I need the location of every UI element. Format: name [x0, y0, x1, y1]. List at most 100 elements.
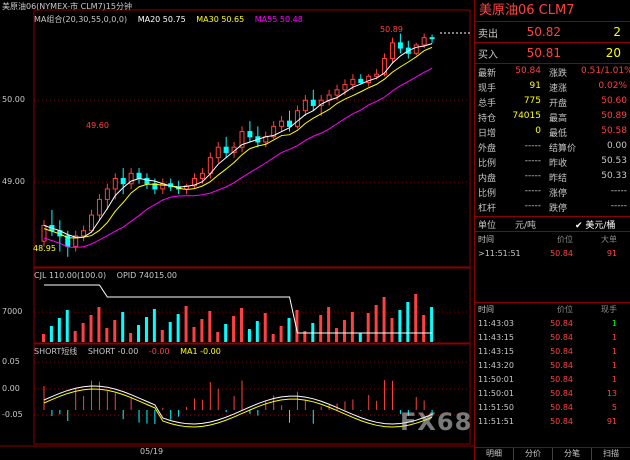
- volume-bar: [192, 327, 196, 342]
- trade-price: 50.84: [550, 374, 573, 384]
- open-interest-line: [44, 284, 433, 334]
- volume-bar: [342, 320, 346, 342]
- stat-value: 0.00: [606, 141, 627, 151]
- volume-bar: [105, 328, 109, 342]
- stat-value: -----: [524, 186, 541, 196]
- stat-label: 速涨: [549, 84, 568, 94]
- volume-bar: [57, 318, 61, 342]
- stat-value: 50.58: [601, 126, 627, 136]
- trade-row[interactable]: 11:43:15 50.84 1: [475, 344, 630, 358]
- volume-bar: [263, 313, 267, 342]
- trade-time: 11:51:51: [478, 416, 514, 426]
- volume-bar: [422, 315, 426, 342]
- trade-time: 11:43:03: [478, 318, 514, 328]
- trade-row[interactable]: 11:50:01 50.84 1: [475, 372, 630, 386]
- stat-label: 涨停: [549, 189, 568, 199]
- candle-body: [334, 89, 340, 96]
- ma55-value: MA55 50.48: [254, 15, 303, 24]
- candle-body: [413, 44, 419, 54]
- trade-row[interactable]: 11:51:50 50.84 5: [475, 400, 630, 414]
- stat-value: 775: [523, 96, 541, 106]
- trade-row[interactable]: 11:51:51 50.84 91: [475, 414, 630, 428]
- short-axis-label: -0.05: [2, 410, 23, 419]
- trade-price: 50.84: [550, 332, 573, 342]
- price-pane-frame: [33, 9, 471, 268]
- candle-body: [207, 157, 213, 174]
- candle-body: [112, 178, 118, 190]
- volume-bar: [129, 333, 133, 342]
- stat-value: 0.02%: [598, 81, 627, 91]
- tab-1[interactable]: 分价: [514, 448, 553, 460]
- volume-bar: [240, 308, 243, 342]
- tab-0[interactable]: 明细: [475, 448, 514, 460]
- candle-body: [247, 131, 253, 138]
- trade-price: 50.84: [550, 388, 573, 398]
- short-label: SHORT短线: [34, 347, 78, 356]
- candle-body: [342, 84, 348, 91]
- trades-list[interactable]: 11:43:03 50.84 1 11:43:15 50.84 1 11:43:15 50.8…: [475, 316, 630, 428]
- stat-label: 持仓: [478, 114, 497, 124]
- volume-bar: [160, 330, 164, 342]
- ma1-value: MA1 -0.00: [180, 347, 221, 356]
- volume-bar: [121, 312, 125, 342]
- stats-row: 杠杆 ----- 跌停 -----: [475, 201, 630, 216]
- volume-bar: [279, 326, 283, 342]
- short-value: SHORT -0.00: [87, 347, 139, 356]
- stats-row: 现手 91 速涨 0.02%: [475, 81, 630, 96]
- volume-bar: [65, 310, 69, 342]
- stat-value: 50.53: [601, 156, 627, 166]
- trade-row[interactable]: 11:43:20 50.84 1: [475, 358, 630, 372]
- bottom-tabs: 明细 分价 分笔 扫描: [475, 447, 630, 460]
- unit-option-yuan[interactable]: 元/吨: [515, 218, 575, 231]
- stats-row: 最新 50.84 涨跌 0.51/1.01%: [475, 66, 630, 81]
- volume-bar: [390, 318, 394, 342]
- candle-body: [421, 37, 427, 46]
- trade-row[interactable]: 11:43:15 50.84 1: [475, 330, 630, 344]
- candle-body: [294, 110, 300, 127]
- stat-label: 昨结: [549, 174, 568, 184]
- trade-time: 11:50:01: [478, 374, 514, 384]
- trade-row[interactable]: 11:50:01 50.84 13: [475, 386, 630, 400]
- volume-bar: [327, 307, 331, 342]
- ask-price: 50.82: [526, 25, 561, 39]
- big-order-row[interactable]: >11:51:51 50.84 91: [475, 246, 630, 260]
- stat-label: 跌停: [549, 204, 568, 214]
- volume-bar: [287, 318, 291, 342]
- big-order-list: >11:51:51 50.84 91: [475, 246, 630, 260]
- trade-volume: 5: [611, 402, 617, 412]
- kline-chart[interactable]: 美原油06(NYMEX-市 CLM7)15分钟 MA组合(20,30,55,0,…: [0, 0, 474, 460]
- candle-body: [389, 42, 395, 60]
- volume-bar: [73, 331, 77, 342]
- trade-price: 50.84: [550, 402, 573, 412]
- ma-indicator-line: MA组合(20,30,55,0,0,0) MA20 50.75 MA30 50.…: [34, 14, 311, 25]
- stat-value: 0.51/1.01%: [581, 66, 630, 76]
- opid-value: OPID 74015.00: [116, 271, 177, 280]
- trade-volume: 1: [611, 374, 617, 384]
- candle-body: [302, 99, 308, 112]
- short-indicator-line: SHORT短线 SHORT -0.00 -0.00 MA1 -0.00: [34, 346, 229, 357]
- chart-canvas: [0, 9, 474, 447]
- stat-value: 50.84: [515, 66, 541, 76]
- tab-2[interactable]: 分笔: [553, 448, 592, 460]
- stat-value: -----: [524, 156, 541, 166]
- swing-annotation: 49.60: [86, 121, 109, 130]
- volume-bar: [350, 312, 354, 342]
- trade-volume: 1: [611, 346, 617, 356]
- trade-time: 11:43:15: [478, 346, 514, 356]
- stat-label: 内盘: [478, 174, 497, 184]
- stat-label: 开盘: [549, 99, 568, 109]
- short-axis-label: 0.00: [2, 384, 20, 393]
- unit-option-usd[interactable]: ✔ 美元/桶: [575, 218, 615, 231]
- volume-bar: [89, 315, 93, 342]
- stat-value: -----: [524, 141, 541, 151]
- volume-bar: [113, 320, 117, 342]
- stat-value: 50.33: [601, 171, 627, 181]
- trade-row[interactable]: 11:43:03 50.84 1: [475, 316, 630, 330]
- trade-volume: 1: [611, 360, 617, 370]
- tab-3[interactable]: 扫描: [592, 448, 630, 460]
- trade-time: 11:50:01: [478, 388, 514, 398]
- stat-value: -----: [524, 171, 541, 181]
- volume-bar: [200, 319, 204, 342]
- short2-value: -0.00: [148, 347, 170, 356]
- stat-label: 总手: [478, 99, 497, 109]
